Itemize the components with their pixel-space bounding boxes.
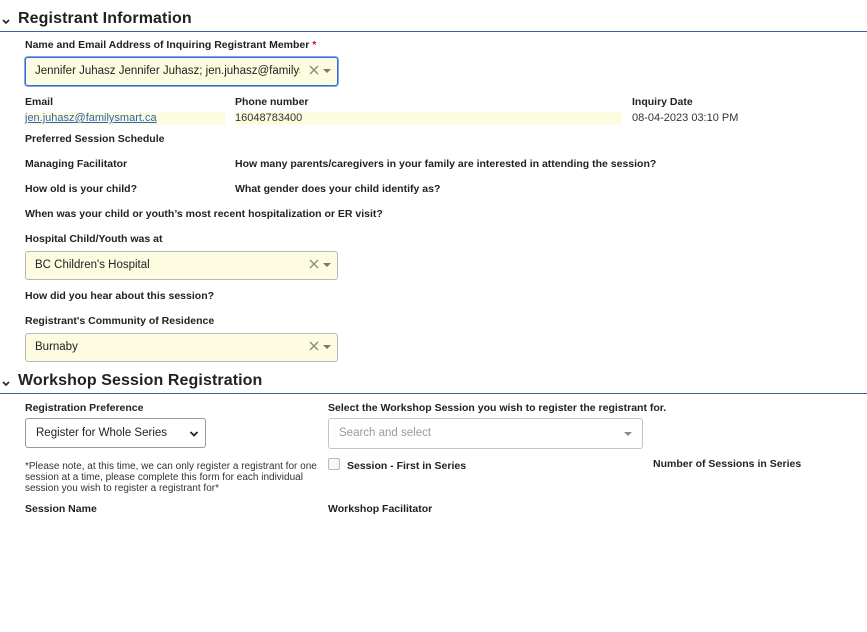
inquiring-registrant-value: Jennifer Juhasz Jennifer Juhasz; jen.juh… [35,65,300,77]
hospital-value: BC Children's Hospital [35,259,150,271]
session-search-select[interactable]: Search and select [328,418,643,449]
workshop-section-header[interactable]: Workshop Session Registration [0,372,867,394]
workshop-section-title: Workshop Session Registration [18,372,263,389]
inquiring-registrant-label-text: Name and Email Address of Inquiring Regi… [25,39,310,51]
dropdown-caret-icon[interactable] [323,345,331,349]
registration-preference-label: Registration Preference [25,402,144,414]
registration-note: *Please note, at this time, we can only … [25,461,317,494]
workshop-facilitator-label: Workshop Facilitator [328,503,433,515]
hospital-label: Hospital Child/Youth was at [25,233,163,245]
chevron-down-icon[interactable] [189,429,199,439]
chevron-down-icon[interactable] [0,15,12,27]
inquiring-registrant-label: Name and Email Address of Inquiring Regi… [25,39,316,51]
registrant-section-header[interactable]: Registrant Information [0,10,867,32]
dropdown-caret-icon[interactable] [323,69,331,73]
session-search-placeholder: Search and select [339,427,432,439]
child-age-label: How old is your child? [25,183,138,195]
email-field[interactable]: jen.juhasz@familysmart.ca [25,112,225,125]
community-lookup[interactable]: Burnaby [25,333,338,362]
email-link[interactable]: jen.juhasz@familysmart.ca [25,112,157,124]
clear-icon[interactable] [309,341,319,351]
first-in-series-label: Session - First in Series [347,460,467,472]
parents-count-label: How many parents/caregivers in your fami… [235,158,657,170]
inquiry-date-value: 08-04-2023 03:10 PM [632,112,739,124]
heard-about-label: How did you hear about this session? [25,290,215,302]
hospital-lookup[interactable]: BC Children's Hospital [25,251,338,280]
community-value: Burnaby [35,341,78,353]
number-sessions-label: Number of Sessions in Series [653,458,802,470]
hospitalization-label: When was your child or youth’s most rece… [25,208,383,220]
chevron-down-icon[interactable] [0,377,12,389]
preferred-schedule-label: Preferred Session Schedule [25,133,165,145]
phone-field[interactable]: 16048783400 [235,112,622,125]
session-name-label: Session Name [25,503,97,515]
session-select-label: Select the Workshop Session you wish to … [328,402,667,414]
inquiry-date-label: Inquiry Date [632,96,693,108]
dropdown-caret-icon[interactable] [323,263,331,267]
clear-icon[interactable] [309,65,319,75]
registration-preference-select[interactable]: Register for Whole Series [25,418,206,448]
dropdown-caret-icon[interactable] [624,432,632,436]
child-gender-label: What gender does your child identify as? [235,183,441,195]
first-in-series-checkbox[interactable] [328,458,340,470]
community-label: Registrant's Community of Residence [25,315,215,327]
clear-icon[interactable] [309,259,319,269]
registration-preference-value: Register for Whole Series [36,427,168,439]
required-mark: * [312,39,317,51]
managing-facilitator-label: Managing Facilitator [25,158,128,170]
email-label: Email [25,96,54,108]
registrant-section-title: Registrant Information [18,10,192,27]
inquiring-registrant-lookup[interactable]: Jennifer Juhasz Jennifer Juhasz; jen.juh… [25,57,338,86]
phone-label: Phone number [235,96,309,108]
